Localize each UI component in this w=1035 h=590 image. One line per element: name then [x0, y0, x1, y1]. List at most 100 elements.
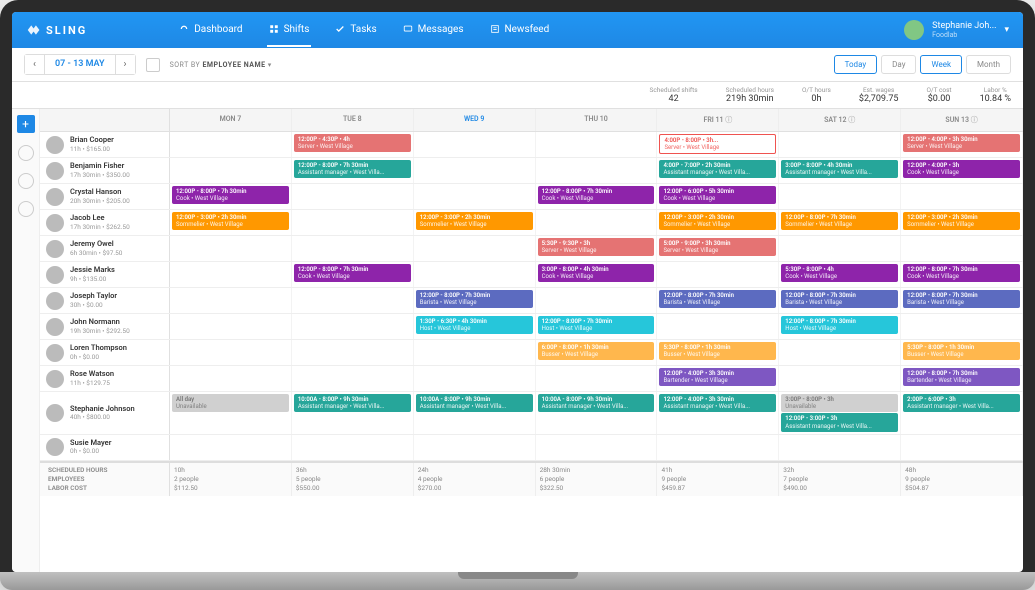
day-cell[interactable]: 5:30P - 9:30P • 3hServer • West Village [536, 236, 658, 261]
day-cell[interactable] [779, 132, 901, 157]
day-cell[interactable] [292, 314, 414, 339]
shift-block[interactable]: 5:30P - 9:30P • 3hServer • West Village [538, 238, 655, 256]
day-cell[interactable] [901, 435, 1023, 460]
day-cell[interactable] [414, 435, 536, 460]
day-cell[interactable] [536, 366, 658, 391]
day-cell[interactable] [779, 435, 901, 460]
day-cell[interactable]: 4:00P - 8:00P • 3h...Server • West Villa… [657, 132, 779, 157]
employee-cell[interactable]: Brian Cooper11h • $165.00 [40, 132, 170, 157]
shift-block[interactable]: 12:00P - 8:00P • 7h 30minBarista • West … [903, 290, 1020, 308]
day-cell[interactable] [170, 288, 292, 313]
shift-block[interactable]: 12:00P - 3:00P • 2h 30minSommelier • Wes… [172, 212, 289, 230]
shift-block[interactable]: 6:00P - 8:00P • 1h 30minBusser • West Vi… [538, 342, 655, 360]
day-cell[interactable]: 12:00P - 8:00P • 7h 30minHost • West Vil… [536, 314, 658, 339]
day-cell[interactable]: 1:30P - 6:30P • 4h 30minHost • West Vill… [414, 314, 536, 339]
day-cell[interactable] [779, 340, 901, 365]
nav-shifts[interactable]: Shifts [267, 14, 312, 47]
day-header[interactable]: FRI 11 ⓘ [657, 109, 779, 131]
day-cell[interactable] [292, 210, 414, 235]
day-cell[interactable]: 3:00P - 8:00P • 4h 30minAssistant manage… [779, 158, 901, 183]
day-header[interactable]: SUN 13 ⓘ [901, 109, 1023, 131]
day-view-button[interactable]: Day [881, 55, 916, 74]
nav-dashboard[interactable]: Dashboard [177, 14, 244, 47]
add-shift-button[interactable]: + [17, 115, 35, 133]
day-cell[interactable]: 12:00P - 8:00P • 7h 30minCook • West Vil… [901, 262, 1023, 287]
day-cell[interactable] [536, 435, 658, 460]
shift-block[interactable]: 12:00P - 3:00P • 2h 30minSommelier • Wes… [416, 212, 533, 230]
day-cell[interactable] [779, 184, 901, 209]
day-header[interactable]: MON 7 [170, 109, 292, 131]
day-cell[interactable]: 2:00P - 6:00P • 3hAssistant manager • We… [901, 392, 1023, 434]
day-header[interactable]: THU 10 [536, 109, 658, 131]
shift-block[interactable]: 12:00P - 8:00P • 7h 30minHost • West Vil… [781, 316, 898, 334]
day-cell[interactable] [657, 314, 779, 339]
day-cell[interactable]: 4:00P - 7:00P • 2h 30minAssistant manage… [657, 158, 779, 183]
day-cell[interactable]: 12:00P - 8:00P • 7h 30minCook • West Vil… [536, 184, 658, 209]
day-cell[interactable]: 12:00P - 8:00P • 7h 30minCook • West Vil… [292, 262, 414, 287]
shift-block[interactable]: 5:00P - 9:00P • 3h 30minServer • West Vi… [659, 238, 776, 256]
day-cell[interactable]: 3:00P - 8:00P • 4h 30minCook • West Vill… [536, 262, 658, 287]
select-all-checkbox[interactable] [146, 58, 160, 72]
day-cell[interactable]: 10:00A - 8:00P • 9h 30minAssistant manag… [292, 392, 414, 434]
day-cell[interactable] [536, 288, 658, 313]
day-cell[interactable] [292, 340, 414, 365]
rail-filter-icon[interactable] [18, 201, 34, 217]
day-cell[interactable]: 6:00P - 8:00P • 1h 30minBusser • West Vi… [536, 340, 658, 365]
shift-block[interactable]: 12:00P - 4:00P • 3hCook • West Village [903, 160, 1020, 178]
day-cell[interactable] [414, 132, 536, 157]
shift-block[interactable]: 12:00P - 4:30P • 4hServer • West Village [294, 134, 411, 152]
day-cell[interactable]: 12:00P - 4:00P • 3h 30minAssistant manag… [657, 392, 779, 434]
day-cell[interactable] [170, 366, 292, 391]
employee-cell[interactable]: Crystal Hanson20h 30min • $205.00 [40, 184, 170, 209]
employee-cell[interactable]: Rose Watson11h • $129.75 [40, 366, 170, 391]
user-menu[interactable]: Stephanie Joh...Foodlab ▾ [904, 20, 1009, 40]
day-cell[interactable]: 12:00P - 3:00P • 2h 30minSommelier • Wes… [657, 210, 779, 235]
day-cell[interactable]: 10:00A - 8:00P • 9h 30minAssistant manag… [414, 392, 536, 434]
shift-block[interactable]: All dayUnavailable [172, 394, 289, 412]
day-cell[interactable]: 12:00P - 4:30P • 4hServer • West Village [292, 132, 414, 157]
day-cell[interactable]: 12:00P - 8:00P • 7h 30minBarista • West … [901, 288, 1023, 313]
shift-block[interactable]: 1:30P - 6:30P • 4h 30minHost • West Vill… [416, 316, 533, 334]
shift-block[interactable]: 5:30P - 8:00P • 1h 30minBusser • West Vi… [903, 342, 1020, 360]
day-cell[interactable]: 12:00P - 8:00P • 7h 30minAssistant manag… [292, 158, 414, 183]
shift-block[interactable]: 12:00P - 8:00P • 7h 30minBartender • Wes… [903, 368, 1020, 386]
day-header[interactable]: TUE 8 [292, 109, 414, 131]
day-cell[interactable] [414, 262, 536, 287]
shift-block[interactable]: 3:00P - 8:00P • 4h 30minCook • West Vill… [538, 264, 655, 282]
prev-week-button[interactable]: ‹ [25, 55, 44, 74]
day-cell[interactable]: 12:00P - 4:00P • 3h 30minServer • West V… [901, 132, 1023, 157]
day-cell[interactable]: 12:00P - 8:00P • 7h 30minBarista • West … [779, 288, 901, 313]
employee-cell[interactable]: Jacob Lee17h 30min • $262.50 [40, 210, 170, 235]
day-header[interactable]: WED 9 [414, 109, 536, 131]
shift-block[interactable]: 12:00P - 8:00P • 7h 30minBarista • West … [416, 290, 533, 308]
shift-block[interactable]: 2:00P - 6:00P • 3hAssistant manager • We… [903, 394, 1020, 412]
day-cell[interactable] [170, 435, 292, 460]
shift-block[interactable]: 12:00P - 3:00P • 3hAssistant manager • W… [781, 413, 898, 431]
day-cell[interactable] [170, 340, 292, 365]
employee-cell[interactable]: Joseph Taylor30h • $0.00 [40, 288, 170, 313]
day-cell[interactable] [414, 236, 536, 261]
day-cell[interactable]: All dayUnavailable [170, 392, 292, 434]
day-cell[interactable] [901, 314, 1023, 339]
day-cell[interactable]: 12:00P - 3:00P • 2h 30minSommelier • Wes… [901, 210, 1023, 235]
shift-block[interactable]: 12:00P - 6:00P • 5h 30minCook • West Vil… [659, 186, 776, 204]
nav-newsfeed[interactable]: Newsfeed [488, 14, 552, 47]
rail-person-icon[interactable] [18, 173, 34, 189]
day-cell[interactable] [901, 184, 1023, 209]
day-cell[interactable]: 12:00P - 4:00P • 3h 30minBartender • Wes… [657, 366, 779, 391]
day-cell[interactable] [292, 366, 414, 391]
day-cell[interactable] [779, 366, 901, 391]
day-cell[interactable] [657, 262, 779, 287]
day-cell[interactable] [414, 158, 536, 183]
shift-block[interactable]: 5:30P - 8:00P • 4hCook • West Village [781, 264, 898, 282]
nav-messages[interactable]: Messages [401, 14, 466, 47]
shift-block[interactable]: 12:00P - 3:00P • 2h 30minSommelier • Wes… [659, 212, 776, 230]
shift-block[interactable]: 12:00P - 8:00P • 7h 30minCook • West Vil… [294, 264, 411, 282]
shift-block[interactable]: 10:00A - 8:00P • 9h 30minAssistant manag… [294, 394, 411, 412]
shift-block[interactable]: 12:00P - 8:00P • 7h 30minBarista • West … [781, 290, 898, 308]
day-cell[interactable] [657, 435, 779, 460]
day-cell[interactable]: 12:00P - 3:00P • 2h 30minSommelier • Wes… [170, 210, 292, 235]
shift-block[interactable]: 12:00P - 8:00P • 7h 30minHost • West Vil… [538, 316, 655, 334]
day-cell[interactable]: 12:00P - 8:00P • 7h 30minCook • West Vil… [170, 184, 292, 209]
day-cell[interactable] [414, 184, 536, 209]
